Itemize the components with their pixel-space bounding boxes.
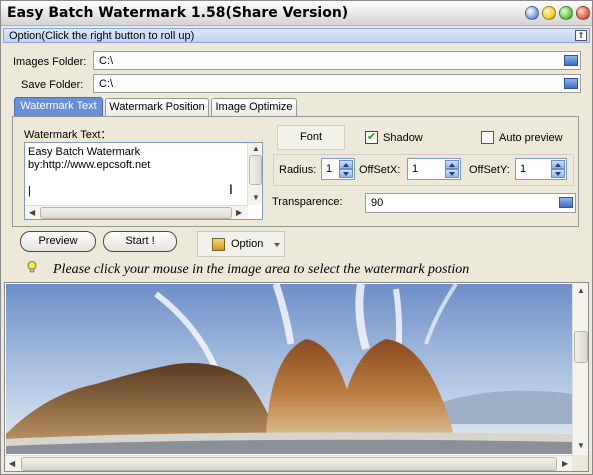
auto-preview-label: Auto preview xyxy=(499,132,563,144)
scroll-up-icon[interactable]: ▲ xyxy=(252,144,260,153)
option-button-label: Option xyxy=(231,238,264,250)
spin-up-icon[interactable] xyxy=(551,160,565,169)
maximize-button[interactable] xyxy=(559,6,573,20)
watermark-text-line: by:http://www.epcsoft.net xyxy=(28,159,151,171)
scroll-left-icon[interactable]: ◀ xyxy=(9,459,15,468)
lightbulb-icon xyxy=(27,261,37,273)
shadow-label: Shadow xyxy=(383,132,423,144)
scroll-up-icon[interactable]: ▲ xyxy=(577,286,585,295)
scroll-left-icon[interactable]: ◀ xyxy=(29,208,35,217)
scroll-right-icon[interactable]: ▶ xyxy=(562,459,568,468)
spin-down-icon[interactable] xyxy=(551,169,565,178)
tab-image-optimize[interactable]: Image Optimize xyxy=(211,98,297,117)
image-hscroll-thumb[interactable] xyxy=(21,457,557,471)
auto-preview-checkbox[interactable] xyxy=(481,131,494,144)
image-horizontal-scrollbar[interactable]: ◀ ▶ xyxy=(5,455,574,471)
transparence-label: Transparence: xyxy=(272,196,343,208)
radius-value: 1 xyxy=(326,163,333,175)
spin-up-icon[interactable] xyxy=(445,160,459,169)
save-folder-label: Save Folder: xyxy=(21,79,84,91)
offsetx-label: OffSetX: xyxy=(359,164,401,176)
shadow-checkbox[interactable] xyxy=(365,130,378,144)
image-vscroll-thumb[interactable] xyxy=(574,331,588,363)
watermark-text-line: Easy Batch Watermark xyxy=(28,146,141,158)
text-vscroll-thumb[interactable] xyxy=(249,155,262,185)
transparence-value: 90 xyxy=(371,197,384,209)
app-window: Easy Batch Watermark 1.58(Share Version)… xyxy=(0,0,593,475)
option-button[interactable]: Option xyxy=(197,231,285,257)
spin-up-icon[interactable] xyxy=(339,160,353,169)
roll-up-button[interactable]: ⇑ xyxy=(575,30,587,41)
option-icon xyxy=(212,238,225,251)
images-folder-field[interactable]: C:\ xyxy=(93,51,581,70)
save-folder-value: C:\ xyxy=(99,78,114,90)
geyser-landscape-image[interactable] xyxy=(6,284,573,454)
spin-down-icon[interactable] xyxy=(339,169,353,178)
option-header-label: Option(Click the right button to roll up… xyxy=(9,30,195,42)
spin-down-icon[interactable] xyxy=(445,169,459,178)
font-button[interactable]: Font xyxy=(277,125,345,150)
transparence-field[interactable]: 90 xyxy=(365,193,576,213)
text-caret: | xyxy=(28,185,31,197)
tab-watermark-text[interactable]: Watermark Text xyxy=(14,97,103,117)
hint-text: Please click your mouse in the image are… xyxy=(53,262,470,277)
text-vertical-scrollbar[interactable]: ▲ ▼ xyxy=(247,143,262,205)
option-header: Option(Click the right button to roll up… xyxy=(3,28,590,43)
close-button[interactable] xyxy=(576,6,590,20)
transparence-picker-icon[interactable] xyxy=(559,197,573,208)
scroll-right-icon[interactable]: ▶ xyxy=(236,208,242,217)
title-bar: Easy Batch Watermark 1.58(Share Version) xyxy=(1,1,592,26)
radius-stepper[interactable]: 1 xyxy=(321,158,355,180)
radius-label: Radius: xyxy=(279,164,317,176)
text-horizontal-scrollbar[interactable]: ◀ ▶ xyxy=(25,205,248,219)
window-title: Easy Batch Watermark 1.58(Share Version) xyxy=(7,5,349,21)
browse-save-icon[interactable] xyxy=(564,78,578,89)
images-folder-label: Images Folder: xyxy=(13,56,87,68)
image-preview-area[interactable]: ▲ ▼ ◀ ▶ xyxy=(4,282,589,472)
offsetx-stepper[interactable]: 1 xyxy=(407,158,461,180)
start-button[interactable]: Start ! xyxy=(103,231,177,252)
scroll-down-icon[interactable]: ▼ xyxy=(577,441,585,450)
save-folder-field[interactable]: C:\ xyxy=(93,74,581,93)
watermark-text-input[interactable]: Easy Batch Watermark by:http://www.epcso… xyxy=(24,142,263,220)
minimize-button[interactable] xyxy=(542,6,556,20)
browse-images-icon[interactable] xyxy=(564,55,578,66)
image-vertical-scrollbar[interactable]: ▲ ▼ xyxy=(572,283,588,455)
chevron-down-icon[interactable] xyxy=(274,243,280,247)
tab-watermark-position[interactable]: Watermark Position xyxy=(105,98,209,117)
offsety-label: OffSetY: xyxy=(469,164,510,176)
scrollbar-corner xyxy=(572,455,588,471)
help-button[interactable] xyxy=(525,6,539,20)
offsetx-value: 1 xyxy=(412,163,419,175)
preview-button[interactable]: Preview xyxy=(20,231,96,252)
watermark-text-label: Watermark Text： xyxy=(24,129,112,141)
ibeam-cursor-icon: I xyxy=(229,181,233,197)
offsety-value: 1 xyxy=(520,163,527,175)
scroll-down-icon[interactable]: ▼ xyxy=(252,193,260,202)
images-folder-value: C:\ xyxy=(99,55,114,67)
text-hscroll-thumb[interactable] xyxy=(40,207,232,219)
offsety-stepper[interactable]: 1 xyxy=(515,158,567,180)
